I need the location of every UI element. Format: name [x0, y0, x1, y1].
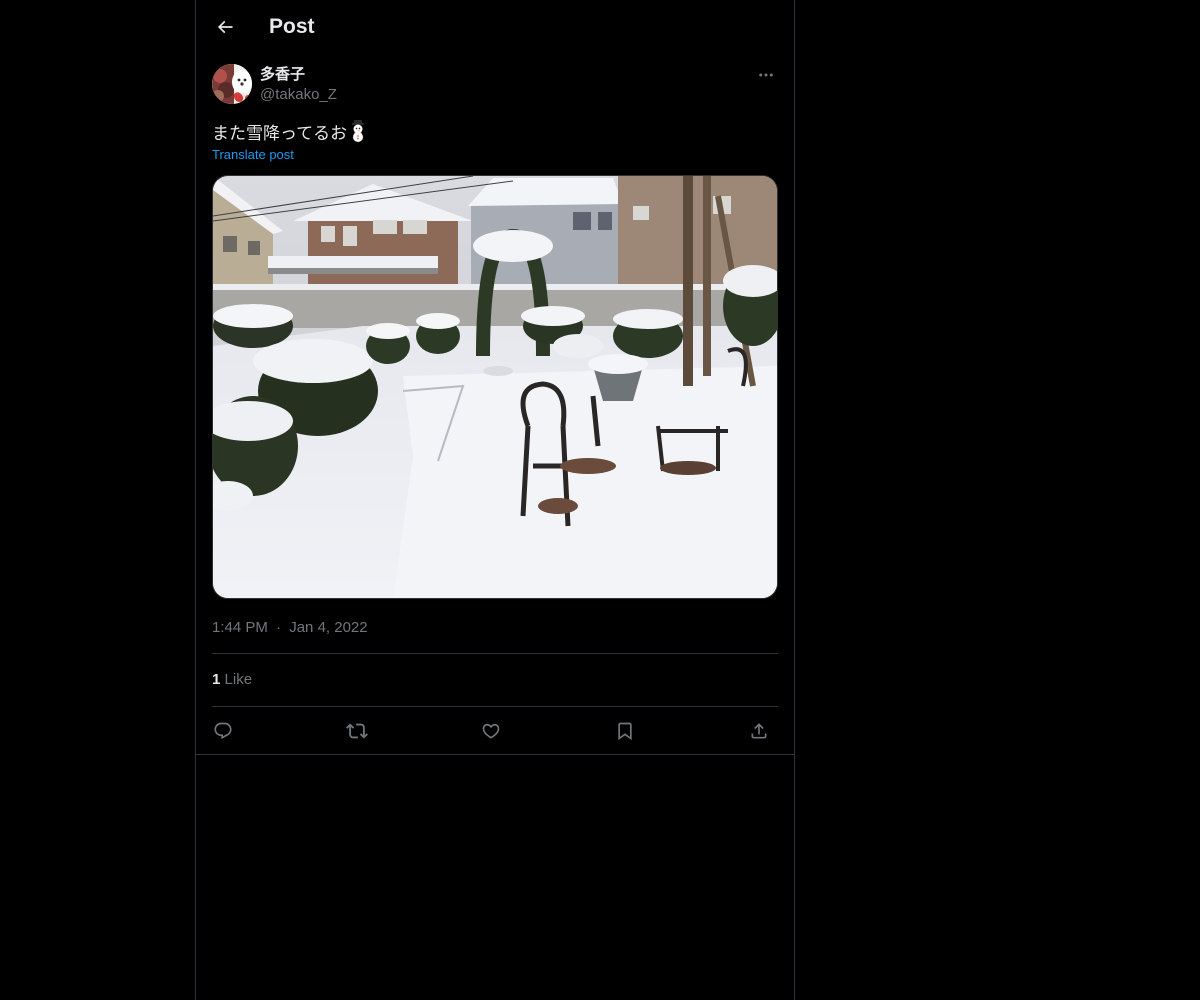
more-horizontal-icon [759, 73, 773, 77]
post-text: また雪降ってるお [212, 120, 368, 148]
divider [196, 754, 794, 755]
post-actions-bar [212, 714, 778, 746]
arrow-left-icon [217, 20, 233, 34]
author-handle[interactable]: @takako_Z [260, 86, 337, 104]
reply-icon [214, 722, 232, 740]
share-button[interactable] [742, 714, 776, 748]
post-author: 多香子 @takako_Z [212, 64, 778, 108]
page-header: Post [196, 0, 794, 53]
bookmark-icon [618, 722, 632, 741]
post-time[interactable]: 1:44 PM [212, 619, 268, 636]
bookmark-button[interactable] [608, 714, 642, 748]
heart-icon [482, 723, 500, 739]
translate-post-link[interactable]: Translate post [212, 147, 294, 163]
author-display-name[interactable]: 多香子 [260, 66, 305, 84]
page-title: Post [269, 15, 315, 38]
post-detail-column: Post 多香子 @takako_Z また雪降ってるお Translate po… [195, 0, 795, 1000]
repost-button[interactable] [340, 714, 374, 748]
likes-label: Like [224, 671, 253, 688]
divider [212, 653, 778, 654]
post-text-content: また雪降ってるお [212, 124, 348, 143]
post-timestamp: 1:44 PM · Jan 4, 2022 [212, 619, 368, 637]
photo-snowy-garden-image [213, 176, 777, 598]
repost-icon [346, 723, 368, 739]
like-button[interactable] [474, 714, 508, 748]
divider [212, 706, 778, 707]
post-photo[interactable] [212, 175, 778, 599]
avatar-image [212, 64, 252, 104]
snowman-icon [348, 120, 368, 148]
reply-button[interactable] [206, 714, 240, 748]
share-icon [751, 723, 767, 739]
avatar[interactable] [212, 64, 252, 104]
more-options-button[interactable] [754, 64, 778, 86]
post-date[interactable]: Jan 4, 2022 [289, 619, 367, 636]
likes-stat[interactable]: 1 Like [212, 671, 252, 689]
timestamp-separator: · [276, 619, 282, 636]
back-button[interactable] [208, 10, 242, 44]
likes-count: 1 [212, 671, 221, 688]
